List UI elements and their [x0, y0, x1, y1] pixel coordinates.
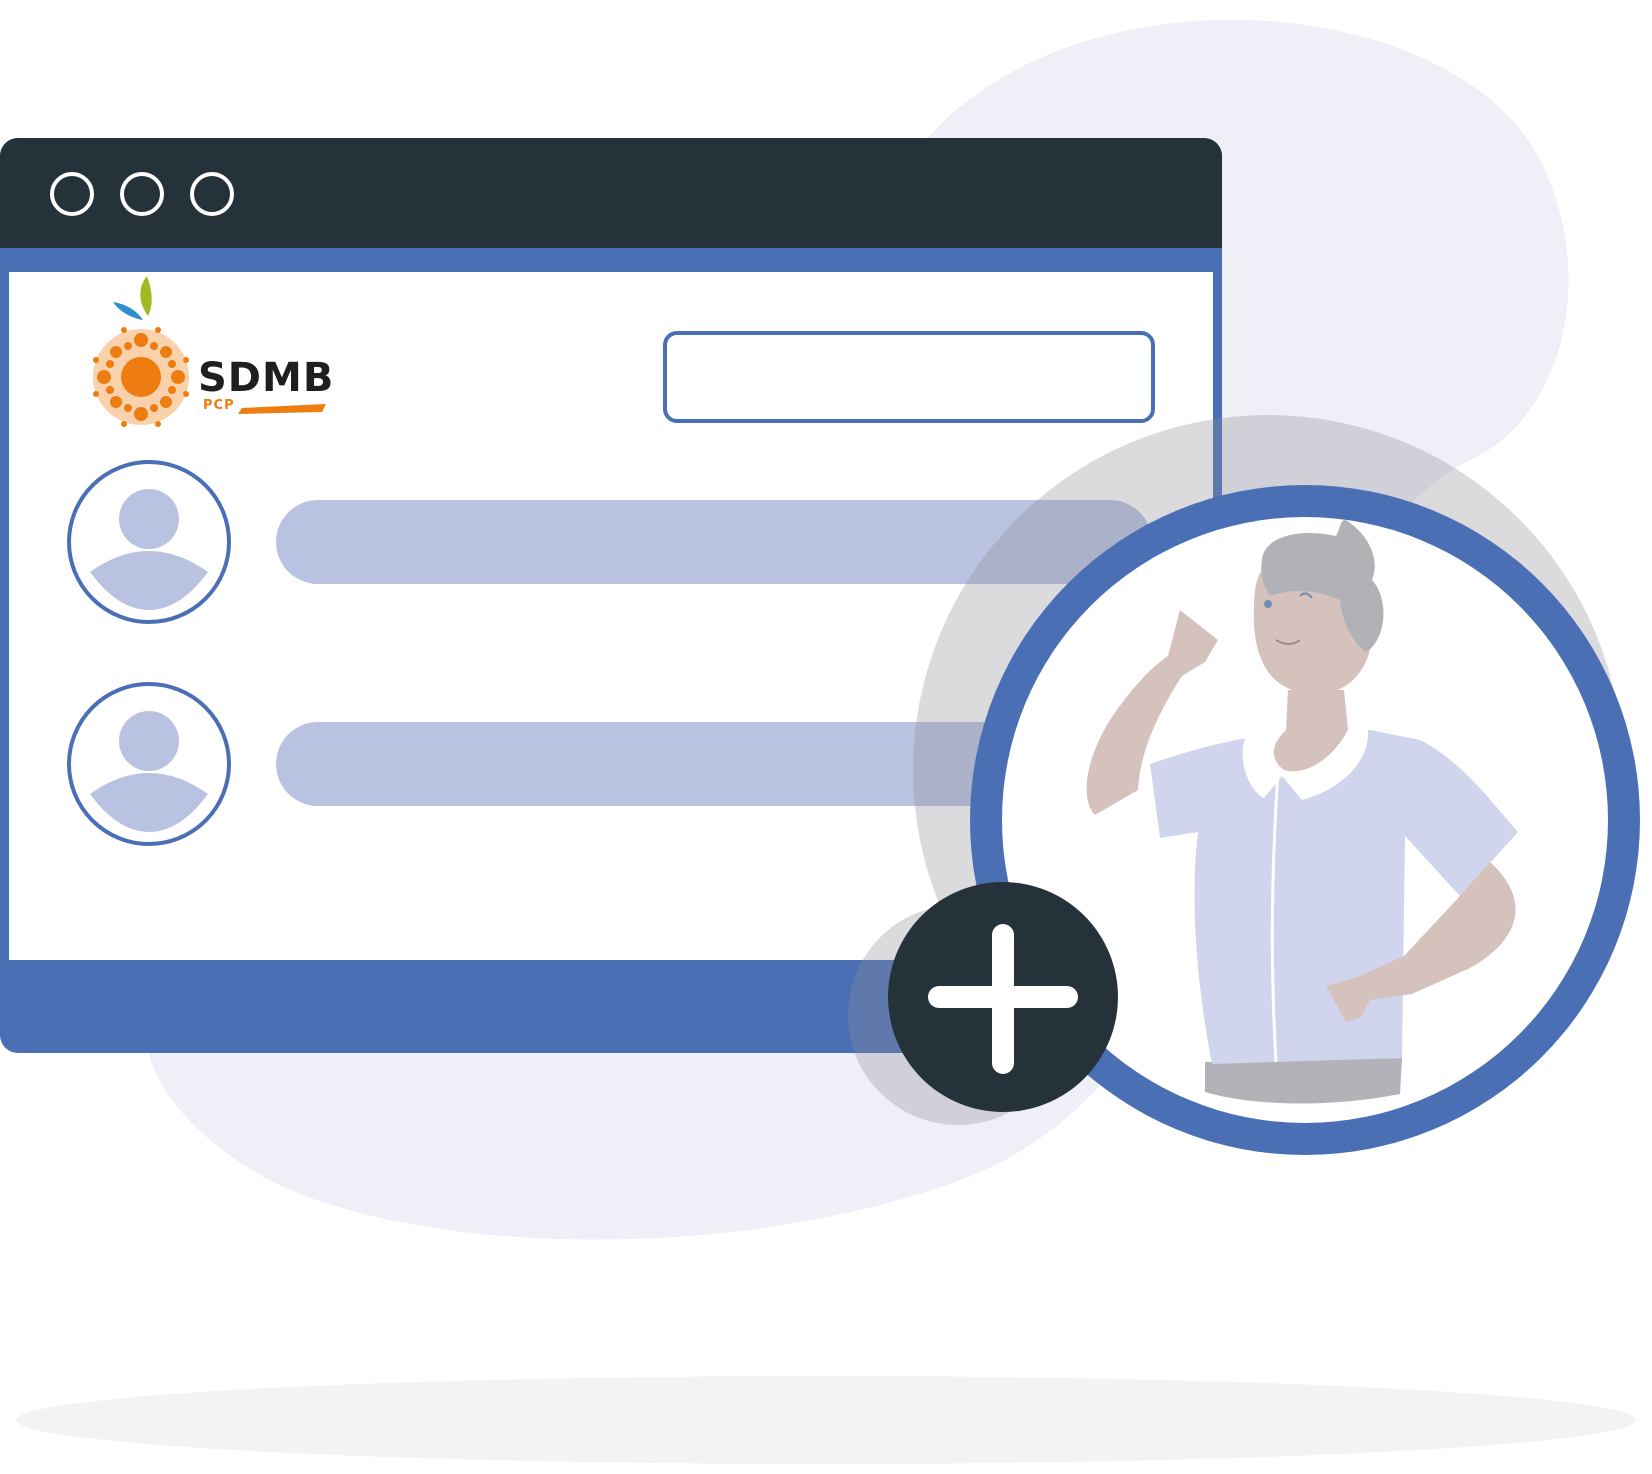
add-user-illustration — [848, 415, 1640, 1155]
add-user-button[interactable] — [888, 882, 1118, 1112]
